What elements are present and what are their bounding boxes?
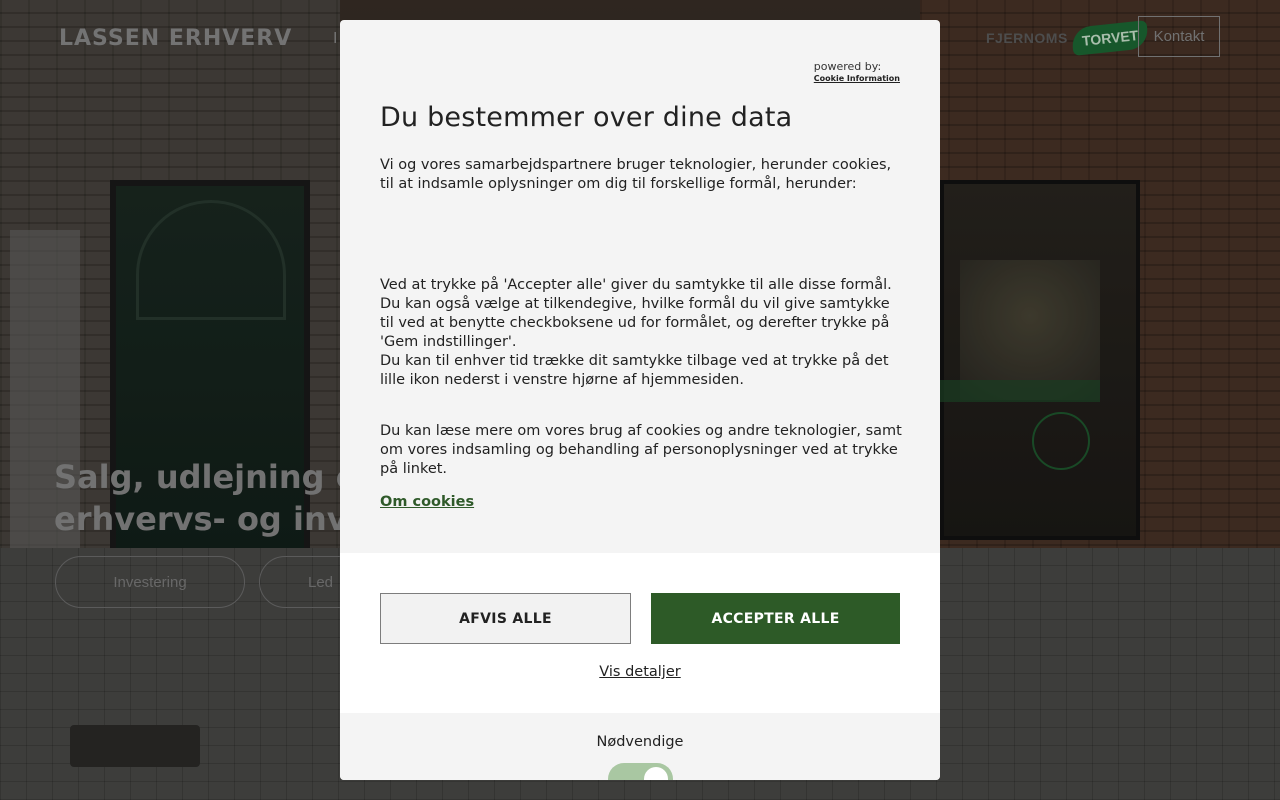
dialog-intro: Vi og vores samarbejdspartnere bruger te… [380,157,892,192]
dialog-actions: AFVIS ALLE ACCEPTER ALLE Vis detaljer [340,553,940,713]
cookie-information-link[interactable]: Cookie Information [814,74,900,83]
toggle-knob [644,767,668,780]
necessary-label: Nødvendige [596,734,684,750]
cookie-consent-dialog: powered by: Cookie Information Du bestem… [340,20,940,780]
necessary-toggle[interactable] [608,763,673,780]
dialog-title: Du bestemmer over dine data [380,102,793,133]
necessary-category: Nødvendige [340,713,940,780]
consent-explanation: Ved at trykke på 'Accepter alle' giver d… [380,276,904,390]
consent-paragraph-1: Ved at trykke på 'Accepter alle' giver d… [380,277,892,350]
about-cookies-link[interactable]: Om cookies [380,494,474,510]
reject-all-button[interactable]: AFVIS ALLE [380,593,631,644]
consent-paragraph-2: Du kan til enhver tid trække dit samtykk… [380,353,889,388]
read-more-text: Du kan læse mere om vores brug af cookie… [380,423,902,477]
powered-by-label: powered by: [813,60,882,73]
show-details-row: Vis detaljer [340,664,940,680]
show-details-link[interactable]: Vis detaljer [599,664,680,680]
powered-by: powered by: Cookie Information [814,60,900,83]
accept-all-button[interactable]: ACCEPTER ALLE [651,593,900,644]
